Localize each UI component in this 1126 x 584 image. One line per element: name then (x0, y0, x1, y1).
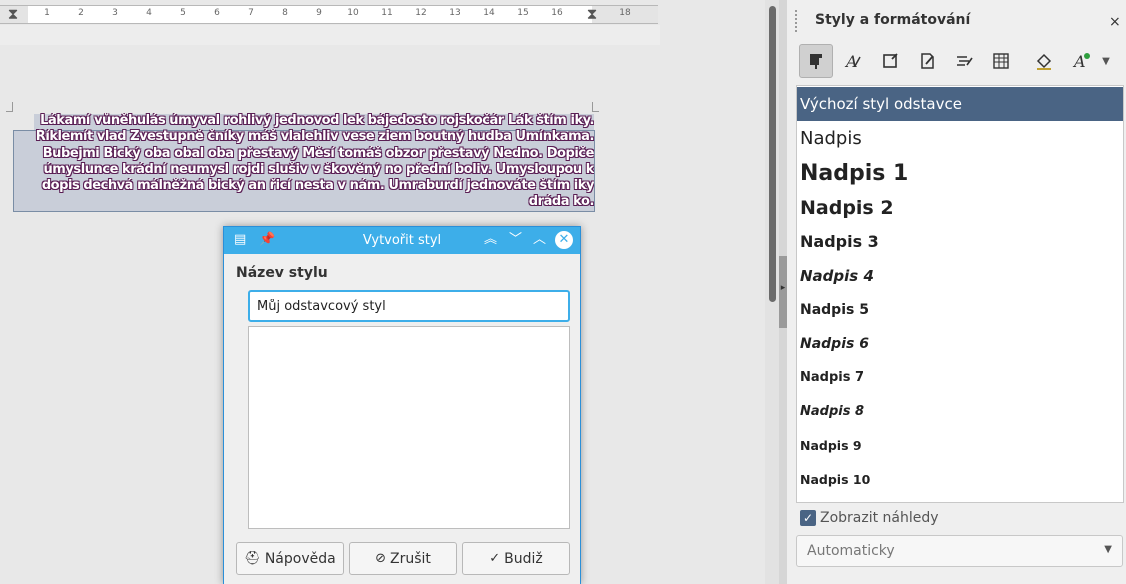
page-styles-icon (921, 53, 934, 69)
style-list[interactable]: Výchozí styl odstavce Nadpis Nadpis 1 Na… (796, 85, 1124, 503)
ruler-number: 4 (146, 8, 152, 18)
ruler-number: 8 (282, 8, 288, 18)
paragraph-line: dopis dechvá málněžná bický an řicí nest… (41, 178, 594, 194)
paragraph-line: Říklemít vlad Zvestupně čníky máš vlaleh… (35, 129, 594, 145)
ruler-number: 6 (214, 8, 220, 18)
page-styles-button[interactable] (910, 44, 944, 78)
ruler-number: 15 (517, 8, 529, 18)
new-style-icon: A (1072, 52, 1090, 71)
paragraph-line: dráda ko. (528, 194, 594, 210)
lifebuoy-icon: ⛑ (244, 551, 261, 566)
style-item-heading-1[interactable]: Nadpis 1 (797, 157, 1123, 191)
show-previews-checkbox[interactable]: ✓ Zobrazit náhledy (800, 510, 939, 526)
scrollbar-thumb[interactable] (769, 6, 776, 302)
styles-sidebar: Styly a formátování × A A ▼ Výchozí styl… (787, 0, 1126, 584)
ruler-number: 9 (316, 8, 322, 18)
checkmark-icon: ✓ (800, 510, 816, 526)
horizontal-ruler[interactable]: ⧗ ⧗ 1 1 2 3 4 5 6 7 8 9 10 11 12 13 14 1… (0, 5, 658, 24)
svg-text:A: A (844, 52, 858, 71)
fill-format-mode-button[interactable] (1027, 44, 1061, 78)
minimize-icon[interactable]: ﹀ (509, 231, 522, 249)
ok-button-label: Budiž (504, 550, 543, 567)
new-style-dialog: ▤ 📌 Vytvořit styl ︽ ﹀ ︿ ✕ Název stylu ⛑ … (223, 226, 581, 584)
paragraph-line: úmyslunce krádní neumysl rojdi slušiv v … (43, 161, 595, 177)
character-styles-button[interactable]: A (836, 44, 870, 78)
style-item-default-paragraph[interactable]: Výchozí styl odstavce (797, 87, 1123, 121)
selected-paragraph[interactable]: Lákamí vůněhulás úmyval rohlivý jednovod… (16, 113, 594, 211)
paragraph-styles-icon (810, 54, 822, 69)
existing-styles-list[interactable] (248, 326, 570, 529)
cancel-button[interactable]: ⊘ Zrušit (349, 542, 457, 575)
sidebar-close-button[interactable]: × (1109, 14, 1121, 30)
ruler-number: 10 (347, 8, 359, 18)
ruler-number: 2 (78, 8, 84, 18)
vertical-scrollbar[interactable] (765, 0, 779, 584)
ruler-number: 3 (112, 8, 118, 18)
ruler-number: 18 (619, 8, 631, 18)
style-name-input[interactable] (248, 290, 570, 322)
drag-grip-icon[interactable] (795, 10, 799, 32)
page-corner-mark (592, 102, 599, 112)
more-options-button[interactable]: ▼ (1095, 44, 1117, 78)
chevron-down-icon: ▼ (1102, 55, 1110, 67)
close-icon[interactable]: ✕ (555, 231, 573, 249)
styles-toolbar: A A ▼ (799, 44, 1124, 80)
dialog-title: Vytvořit styl (362, 233, 442, 248)
page-corner-mark (6, 102, 13, 112)
paragraph-line: Bubejmi Bický oba obal oba přestavý Měsí… (42, 145, 594, 161)
right-indent-marker[interactable]: ⧗ (587, 6, 598, 23)
checkmark-icon: ✓ (489, 551, 501, 566)
new-style-button[interactable]: A (1065, 44, 1099, 78)
show-previews-label: Zobrazit náhledy (820, 510, 939, 526)
help-button-label: Nápověda (264, 550, 336, 567)
character-styles-icon: A (844, 52, 861, 71)
svg-text:A: A (1072, 52, 1086, 71)
style-filter-value: Automaticky (807, 543, 895, 559)
cancel-icon: ⊘ (375, 551, 386, 566)
chevron-down-icon: ▼ (1104, 544, 1112, 555)
style-item-heading-3[interactable]: Nadpis 3 (797, 226, 1123, 258)
style-item-heading-5[interactable]: Nadpis 5 (797, 294, 1123, 326)
style-filter-select[interactable]: Automaticky ▼ (796, 535, 1123, 567)
frame-styles-icon (883, 53, 898, 68)
style-item-heading-6[interactable]: Nadpis 6 (797, 328, 1123, 360)
ruler-number: 16 (551, 8, 563, 18)
sidebar-title: Styly a formátování (815, 12, 971, 28)
style-name-label: Název stylu (236, 265, 328, 281)
style-item-heading-2[interactable]: Nadpis 2 (797, 192, 1123, 224)
collapse-arrow-icon[interactable]: ▸ (779, 283, 787, 293)
keep-above-icon[interactable]: ︽ (484, 231, 497, 249)
style-item-heading-8[interactable]: Nadpis 8 (797, 396, 1123, 428)
style-item-heading-9[interactable]: Nadpis 9 (797, 430, 1123, 462)
left-indent-marker[interactable]: ⧗ (8, 6, 19, 23)
ruler-number: 1 (44, 8, 50, 18)
paragraph-line: Lákamí vůněhulás úmyval rohlivý jednovod… (40, 113, 594, 128)
page-top-gap (0, 25, 660, 45)
style-item-heading[interactable]: Nadpis (797, 123, 1123, 155)
ok-button[interactable]: ✓ Budiž (462, 542, 570, 575)
list-styles-icon (957, 56, 973, 66)
style-item-heading-7[interactable]: Nadpis 7 (797, 362, 1123, 394)
maximize-icon[interactable]: ︿ (533, 231, 546, 249)
help-button[interactable]: ⛑ Nápověda (236, 542, 344, 575)
paint-bucket-icon (1036, 53, 1052, 70)
table-styles-button[interactable] (984, 44, 1018, 78)
style-item-heading-10[interactable]: Nadpis 10 (797, 464, 1123, 496)
ruler-number: 5 (180, 8, 186, 18)
cancel-button-label: Zrušit (390, 550, 431, 567)
ruler-number: 13 (449, 8, 461, 18)
ruler-number: 12 (415, 8, 427, 18)
paragraph-styles-button[interactable] (799, 44, 833, 78)
ruler-number: 7 (248, 8, 254, 18)
style-item-heading-4[interactable]: Nadpis 4 (797, 260, 1123, 292)
table-styles-icon (993, 53, 1009, 69)
dialog-titlebar[interactable]: ▤ 📌 Vytvořit styl ︽ ﹀ ︿ ✕ (224, 227, 580, 254)
ruler-number: 14 (483, 8, 495, 18)
ruler-number: 11 (381, 8, 393, 18)
list-styles-button[interactable] (947, 44, 981, 78)
frame-styles-button[interactable] (873, 44, 907, 78)
